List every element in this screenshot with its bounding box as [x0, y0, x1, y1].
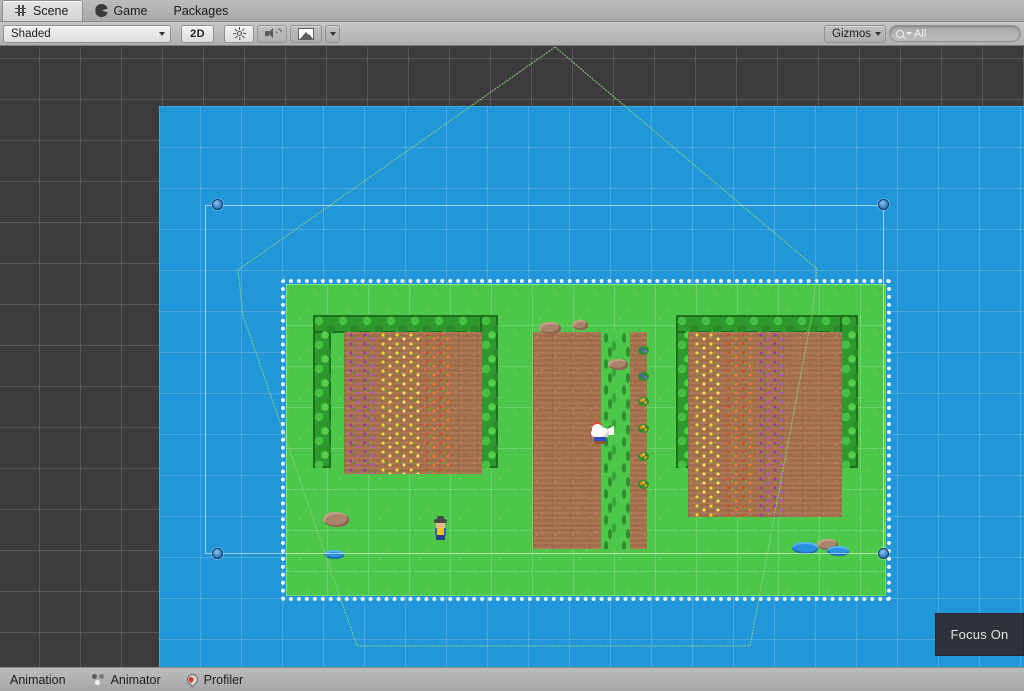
chevron-down-icon: [875, 32, 881, 36]
scene-search-input[interactable]: All: [889, 25, 1021, 42]
selection-handle-bottom-left[interactable]: [212, 548, 223, 559]
sun-icon: [233, 27, 246, 40]
selection-handle-bottom-right[interactable]: [878, 548, 889, 559]
tab-animator-label: Animator: [111, 673, 161, 687]
tab-scene[interactable]: Scene: [2, 0, 83, 21]
image-icon: [298, 28, 314, 40]
draw-mode-dropdown[interactable]: Shaded: [3, 25, 171, 43]
scene-viewport[interactable]: [0, 47, 1024, 667]
animator-icon: [92, 674, 105, 685]
chevron-down-icon: [159, 32, 165, 36]
effects-dropdown-button[interactable]: [325, 25, 340, 43]
draw-mode-label: Shaded: [11, 28, 51, 40]
game-icon: [95, 4, 108, 17]
tab-animation-label: Animation: [10, 673, 66, 687]
search-value: All: [914, 28, 926, 40]
tab-game[interactable]: Game: [83, 0, 161, 21]
selection-rect: [205, 205, 884, 554]
scene-view-tab-bar: Scene Game Packages: [0, 0, 1024, 22]
unity-editor-window: Scene Game Packages Shaded 2D: [0, 0, 1024, 691]
toggle-2d-button[interactable]: 2D: [181, 25, 214, 43]
toggle-2d-label: 2D: [190, 28, 205, 40]
tab-scene-label: Scene: [33, 4, 68, 18]
tab-packages-label: Packages: [174, 4, 229, 18]
gizmos-label: Gizmos: [832, 28, 871, 40]
bottom-tab-bar: Animation Animator Profiler: [0, 667, 1024, 691]
search-icon: [896, 30, 904, 38]
chevron-down-icon[interactable]: [906, 32, 912, 35]
scene-toolbar: Shaded 2D: [0, 22, 1024, 46]
toggle-audio-button[interactable]: [257, 25, 287, 43]
tab-animation[interactable]: Animation: [0, 668, 82, 691]
tab-animator[interactable]: Animator: [82, 668, 177, 691]
gizmos-dropdown[interactable]: Gizmos: [824, 25, 886, 43]
tab-packages[interactable]: Packages: [162, 0, 243, 21]
grid-icon: [15, 5, 28, 18]
focus-on-tooltip: Focus On: [935, 613, 1024, 656]
toggle-lighting-button[interactable]: [224, 25, 254, 43]
tab-profiler-label: Profiler: [204, 673, 244, 687]
chevron-down-icon: [330, 32, 336, 36]
speaker-icon: [265, 28, 280, 40]
tab-game-label: Game: [113, 4, 147, 18]
toggle-effects-button[interactable]: [290, 25, 322, 43]
tab-profiler[interactable]: Profiler: [177, 668, 260, 691]
profiler-icon: [184, 672, 200, 688]
tooltip-label: Focus On: [951, 627, 1009, 642]
selection-handle-top-left[interactable]: [212, 199, 223, 210]
selection-handle-top-right[interactable]: [878, 199, 889, 210]
